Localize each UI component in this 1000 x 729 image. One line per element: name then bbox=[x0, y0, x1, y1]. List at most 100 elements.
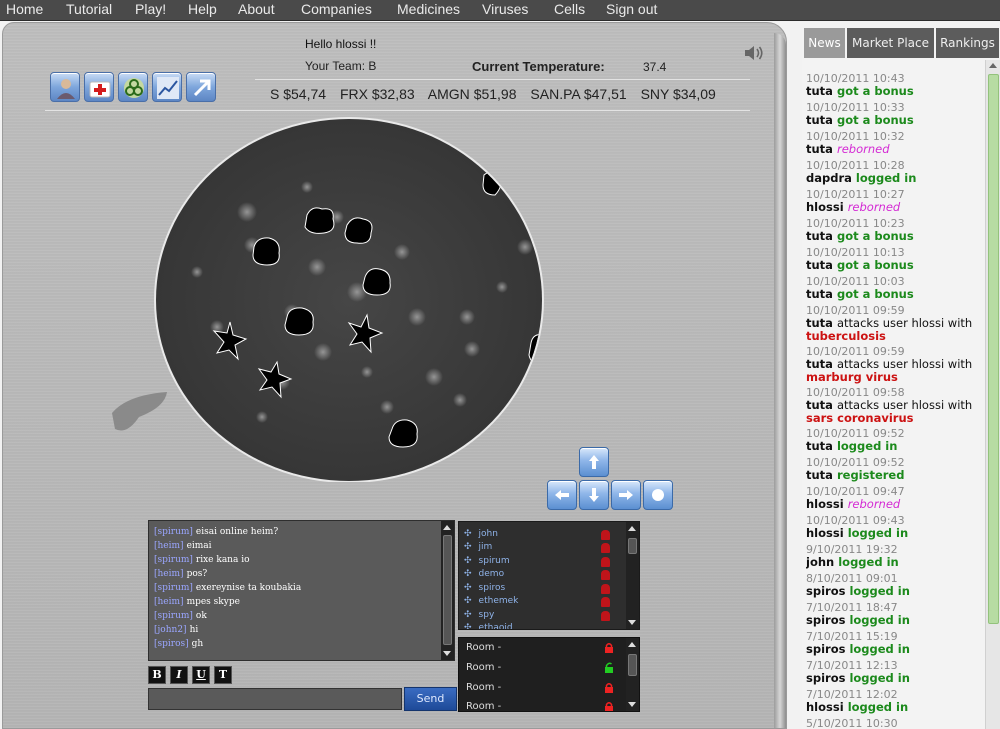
news-user[interactable]: spiros bbox=[806, 584, 845, 598]
scroll-down-icon[interactable] bbox=[628, 620, 636, 625]
news-panel: News Market Place Rankings 10/10/2011 10… bbox=[802, 28, 1000, 729]
news-virus[interactable]: marburg virus bbox=[806, 371, 986, 384]
news-item: 10/10/2011 09:58 tuta attacks user hlossi… bbox=[806, 386, 986, 425]
news-item: 10/10/2011 09:52 tuta registered bbox=[806, 456, 986, 482]
users-scroll-thumb[interactable] bbox=[628, 538, 637, 554]
news-user[interactable]: tuta bbox=[806, 287, 833, 301]
news-action: tuta reborned bbox=[806, 143, 986, 156]
tab-rankings[interactable]: Rankings bbox=[936, 28, 1000, 58]
news-virus[interactable]: sars coronavirus bbox=[806, 412, 986, 425]
scroll-up-icon[interactable] bbox=[443, 525, 451, 530]
news-item: 9/10/2011 19:32 john logged in bbox=[806, 543, 986, 569]
room-item[interactable]: Room - bbox=[466, 701, 501, 711]
stop-button[interactable] bbox=[643, 480, 673, 510]
news-action-text: logged in bbox=[838, 555, 899, 569]
italic-button[interactable]: I bbox=[170, 666, 188, 684]
room-item[interactable]: Room - bbox=[466, 682, 501, 693]
news-user[interactable]: tuta bbox=[806, 84, 833, 98]
news-action-text: logged in bbox=[855, 171, 917, 185]
scroll-up-icon[interactable] bbox=[628, 642, 636, 647]
underline-button[interactable]: U bbox=[192, 666, 210, 684]
news-user[interactable]: tuta bbox=[806, 439, 833, 453]
user-item[interactable]: ✣ john bbox=[464, 529, 498, 539]
chat-message-input[interactable] bbox=[148, 688, 402, 710]
rooms-scroll-thumb[interactable] bbox=[628, 654, 637, 676]
move-right-button[interactable] bbox=[611, 480, 641, 510]
user-item[interactable]: ✣ spy bbox=[464, 610, 494, 620]
news-user[interactable]: spiros bbox=[806, 671, 845, 685]
stock-amgn[interactable]: AMGN $51,98 bbox=[428, 86, 517, 102]
nav-about[interactable]: About bbox=[238, 1, 275, 17]
news-scroll-thumb[interactable] bbox=[988, 74, 999, 624]
tab-news[interactable]: News bbox=[804, 28, 846, 58]
nav-tutorial[interactable]: Tutorial bbox=[66, 1, 112, 17]
news-user[interactable]: hlossi bbox=[806, 497, 844, 511]
scroll-up-icon[interactable] bbox=[989, 63, 997, 68]
room-item[interactable]: Room - bbox=[466, 662, 501, 673]
scroll-up-icon[interactable] bbox=[628, 526, 636, 531]
news-user[interactable]: tuta bbox=[806, 142, 833, 156]
news-user[interactable]: spiros bbox=[806, 613, 845, 627]
news-user[interactable]: tuta bbox=[806, 468, 833, 482]
news-scrollbar[interactable] bbox=[985, 60, 1000, 729]
top-nav: Home Tutorial Play! Help About Companies… bbox=[0, 0, 1000, 21]
nav-play[interactable]: Play! bbox=[135, 1, 166, 17]
chat-scrollbar[interactable] bbox=[441, 521, 454, 660]
arrow-icon[interactable] bbox=[186, 72, 216, 102]
users-scrollbar[interactable] bbox=[626, 522, 639, 629]
scroll-down-icon[interactable] bbox=[628, 702, 636, 707]
news-user[interactable]: tuta bbox=[806, 316, 833, 330]
news-action: tuta got a bonus bbox=[806, 85, 986, 98]
speaker-icon[interactable] bbox=[742, 43, 766, 63]
bold-button[interactable]: B bbox=[148, 666, 166, 684]
news-user[interactable]: tuta bbox=[806, 229, 833, 243]
nav-viruses[interactable]: Viruses bbox=[482, 1, 528, 17]
tab-market-place[interactable]: Market Place bbox=[847, 28, 935, 58]
user-item[interactable]: ✣ ethemek bbox=[464, 596, 518, 606]
nav-sign-out[interactable]: Sign out bbox=[606, 1, 657, 17]
petri-dish[interactable] bbox=[107, 117, 547, 482]
biohazard-icon[interactable] bbox=[118, 72, 148, 102]
news-user[interactable]: tuta bbox=[806, 113, 833, 127]
chat-scroll-thumb[interactable] bbox=[443, 535, 452, 645]
nav-companies[interactable]: Companies bbox=[301, 1, 372, 17]
news-user[interactable]: dapdra bbox=[806, 171, 852, 185]
rooms-scrollbar[interactable] bbox=[626, 638, 639, 711]
user-item[interactable]: ✣ jim bbox=[464, 542, 492, 552]
nav-home[interactable]: Home bbox=[6, 1, 43, 17]
panel-rim bbox=[774, 33, 786, 728]
user-item[interactable]: ✣ spiros bbox=[464, 583, 505, 593]
room-item[interactable]: Room - bbox=[466, 642, 501, 653]
stock-frx[interactable]: FRX $32,83 bbox=[340, 86, 415, 102]
move-left-button[interactable] bbox=[547, 480, 577, 510]
user-item[interactable]: ✣ ethaoid bbox=[464, 623, 513, 629]
scroll-down-icon[interactable] bbox=[443, 651, 451, 656]
news-virus[interactable]: tuberculosis bbox=[806, 330, 986, 343]
stock-san-pa[interactable]: SAN.PA $47,51 bbox=[530, 86, 626, 102]
text-color-button[interactable]: T bbox=[214, 666, 232, 684]
stock-s[interactable]: S $54,74 bbox=[270, 86, 326, 102]
news-user[interactable]: hlossi bbox=[806, 200, 844, 214]
nav-help[interactable]: Help bbox=[188, 1, 217, 17]
chart-icon[interactable] bbox=[152, 72, 182, 102]
user-status-icon bbox=[601, 611, 610, 621]
send-button[interactable]: Send bbox=[404, 687, 457, 711]
news-action-text: registered bbox=[836, 468, 905, 482]
news-user[interactable]: tuta bbox=[806, 258, 833, 272]
news-user[interactable]: spiros bbox=[806, 642, 845, 656]
move-up-button[interactable] bbox=[579, 447, 609, 477]
nav-medicines[interactable]: Medicines bbox=[397, 1, 460, 17]
news-user[interactable]: hlossi bbox=[806, 526, 844, 540]
user-item[interactable]: ✣ demo bbox=[464, 569, 504, 579]
user-icon[interactable] bbox=[50, 72, 80, 102]
news-user[interactable]: tuta bbox=[806, 398, 833, 412]
chat-message: [heim] mpes skype bbox=[154, 597, 240, 607]
first-aid-icon[interactable] bbox=[84, 72, 114, 102]
move-down-button[interactable] bbox=[579, 480, 609, 510]
nav-cells[interactable]: Cells bbox=[554, 1, 585, 17]
news-user[interactable]: john bbox=[806, 555, 834, 569]
news-user[interactable]: tuta bbox=[806, 357, 833, 371]
stock-sny[interactable]: SNY $34,09 bbox=[641, 86, 716, 102]
user-item[interactable]: ✣ spirum bbox=[464, 556, 510, 566]
news-user[interactable]: hlossi bbox=[806, 700, 844, 714]
